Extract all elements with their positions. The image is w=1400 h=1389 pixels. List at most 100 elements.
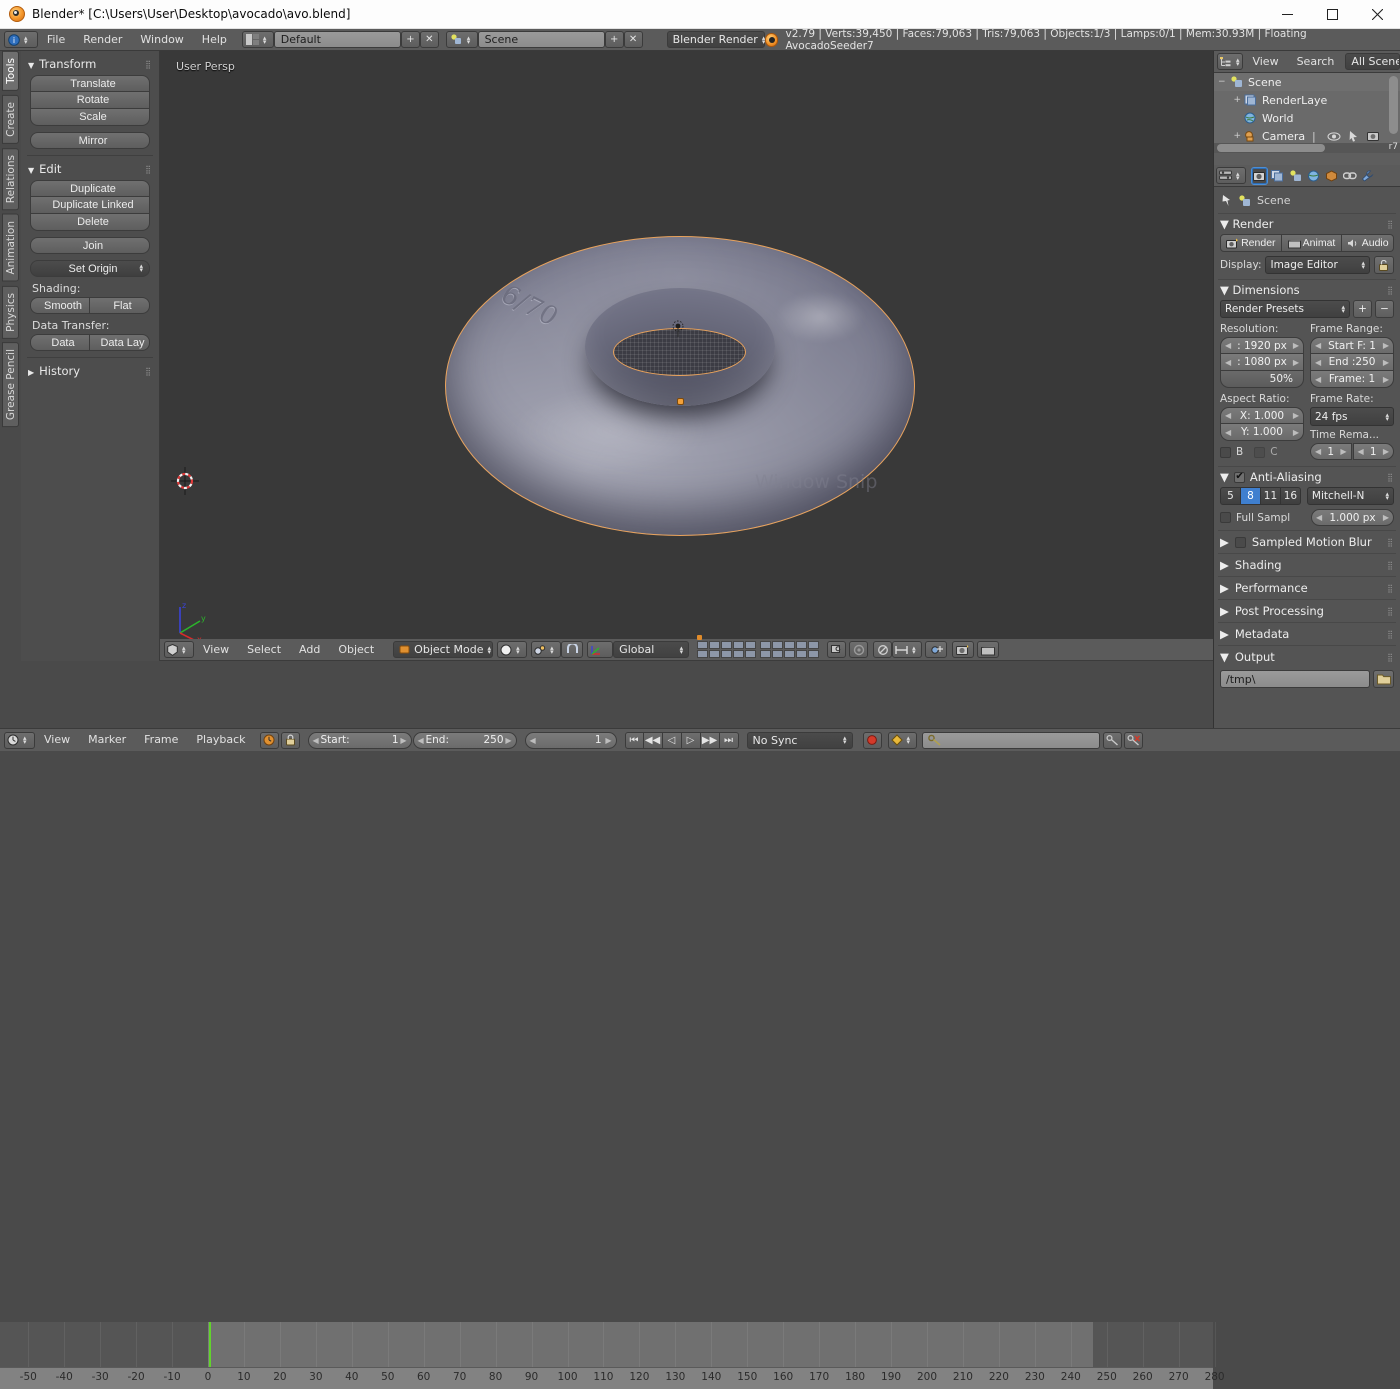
lock-interface-toggle[interactable] — [1374, 256, 1394, 274]
translate-button[interactable]: Translate — [30, 75, 150, 92]
layer-cell[interactable] — [760, 641, 771, 649]
outliner-row-camera[interactable]: + Camera | — [1214, 127, 1400, 143]
time-remap-new-field[interactable]: ◀1▶ — [1353, 443, 1395, 460]
layer-cell[interactable] — [784, 650, 795, 658]
layer-cell[interactable] — [784, 641, 795, 649]
post-processing-panel-header[interactable]: ▶ Post Processing ⣿ — [1218, 599, 1396, 622]
viewport-menu-select[interactable]: Select — [238, 639, 290, 661]
timeline-playhead[interactable] — [209, 1322, 211, 1367]
tool-tab-animation[interactable]: Animation — [2, 214, 19, 282]
join-button[interactable]: Join — [30, 237, 150, 254]
timeline-track-area[interactable] — [0, 1322, 1213, 1367]
scene-selector-icon[interactable]: ▴▾ — [446, 31, 478, 48]
expand-icon[interactable]: + — [1218, 95, 1244, 105]
menu-file[interactable]: File — [38, 29, 74, 51]
resolution-percentage-slider[interactable]: 50% — [1220, 371, 1304, 388]
previous-keyframe-button[interactable]: ◀◀ — [644, 732, 663, 749]
timeline-ruler[interactable]: -50-40-30-20-100102030405060708090100110… — [0, 1367, 1213, 1389]
remove-preset-button[interactable]: − — [1375, 300, 1394, 318]
add-scene-button[interactable]: + — [605, 31, 624, 48]
interaction-mode-selector[interactable]: Object Mode ▴▾ — [393, 641, 493, 658]
editor-type-timeline[interactable]: ▴▾ — [4, 732, 35, 749]
scene-layers[interactable] — [697, 641, 819, 658]
outliner-row-world[interactable]: World — [1214, 109, 1400, 127]
tool-tab-grease-pencil[interactable]: Grease Pencil — [2, 342, 19, 427]
render-image-button[interactable]: Render — [1220, 234, 1282, 252]
snap-target-button[interactable] — [925, 641, 947, 658]
properties-tab-render-layers[interactable] — [1269, 167, 1286, 185]
layer-cell[interactable] — [697, 650, 708, 658]
lock-camera-to-view-toggle[interactable] — [827, 641, 846, 658]
close-button[interactable] — [1355, 0, 1400, 29]
tool-tab-relations[interactable]: Relations — [2, 148, 19, 210]
outliner-horizontal-scrollbar[interactable]: r7 — [1214, 143, 1400, 153]
duplicate-button[interactable]: Duplicate — [30, 180, 150, 197]
motion-blur-checkbox[interactable] — [1235, 537, 1246, 548]
layer-cell[interactable] — [733, 641, 744, 649]
layer-cell[interactable] — [709, 650, 720, 658]
outliner-menu-search[interactable]: Search — [1288, 51, 1344, 73]
set-origin-dropdown[interactable]: Set Origin ▴▾ — [30, 260, 150, 277]
render-preview-toggle[interactable] — [849, 641, 868, 658]
snap-during-transform-toggle[interactable] — [561, 641, 583, 658]
properties-tab-object[interactable] — [1323, 167, 1340, 185]
layer-cell[interactable] — [772, 641, 783, 649]
transform-orientation-selector[interactable]: Global ▴▾ — [613, 641, 689, 658]
layer-cell[interactable] — [808, 641, 819, 649]
camera-render-icon[interactable] — [1367, 130, 1381, 142]
shading-panel-header[interactable]: ▶ Shading ⣿ — [1218, 553, 1396, 576]
properties-tab-world[interactable] — [1305, 167, 1322, 185]
metadata-panel-header[interactable]: ▶ Metadata ⣿ — [1218, 622, 1396, 645]
properties-tab-scene[interactable] — [1287, 167, 1304, 185]
full-sample-checkbox[interactable] — [1220, 512, 1231, 523]
cursor-arrow-icon[interactable] — [1348, 130, 1360, 142]
render-engine-selector[interactable]: Blender Render ▴▾ — [667, 31, 765, 48]
frame-end-field[interactable]: ◀End :250▶ — [1310, 354, 1394, 371]
aspect-x-field[interactable]: ◀X: 1.000▶ — [1220, 407, 1304, 424]
delete-button[interactable]: Delete — [30, 214, 150, 231]
aa-filter-selector[interactable]: Mitchell-N ▴▾ — [1307, 487, 1394, 505]
outliner-tree[interactable]: − Scene + RenderLaye World + Camera | — [1214, 73, 1400, 143]
output-panel-header[interactable]: ▼ Output ⣿ — [1218, 645, 1396, 668]
shade-smooth-button[interactable]: Smooth — [30, 297, 90, 314]
outliner-display-mode[interactable]: All Scenes — [1345, 53, 1400, 70]
viewport-menu-add[interactable]: Add — [290, 639, 329, 661]
menu-help[interactable]: Help — [193, 29, 236, 51]
resolution-y-field[interactable]: ◀: 1080 px▶ — [1220, 354, 1304, 371]
outliner-menu-view[interactable]: View — [1243, 51, 1287, 73]
properties-tab-constraints[interactable] — [1341, 167, 1358, 185]
transform-panel-header[interactable]: ▼Transform ⣿ — [25, 55, 155, 75]
sync-mode-selector[interactable]: No Sync ▴▾ — [747, 732, 853, 749]
keying-set-type-selector[interactable]: ▴▾ — [888, 732, 917, 749]
scene-name[interactable]: Scene — [478, 31, 605, 48]
layer-cell[interactable] — [808, 650, 819, 658]
aa-sample-5[interactable]: 5 — [1220, 487, 1241, 505]
3d-viewport[interactable]: User Persp 6/70 Window Snip — [160, 51, 1213, 661]
properties-tab-modifiers[interactable] — [1359, 167, 1376, 185]
layer-cell[interactable] — [721, 641, 732, 649]
crop-checkbox[interactable] — [1254, 447, 1265, 458]
frame-start-field[interactable]: ◀Start F: 1▶ — [1310, 337, 1394, 354]
aspect-y-field[interactable]: ◀Y: 1.000▶ — [1220, 424, 1304, 441]
resolution-x-field[interactable]: ◀: 1920 px▶ — [1220, 337, 1304, 354]
collapse-icon[interactable]: − — [1218, 77, 1230, 87]
frame-step-field[interactable]: ◀Frame: 1▶ — [1310, 371, 1394, 388]
tool-tab-physics[interactable]: Physics — [2, 286, 19, 339]
scale-button[interactable]: Scale — [30, 109, 150, 126]
layer-cell[interactable] — [772, 650, 783, 658]
rotate-button[interactable]: Rotate — [30, 92, 150, 109]
editor-type-outliner[interactable]: ▴▾ — [1217, 53, 1243, 70]
render-audio-button[interactable]: Audio — [1342, 234, 1394, 252]
open-file-browser-button[interactable] — [1373, 670, 1394, 688]
layer-cell[interactable] — [721, 650, 732, 658]
lock-time-to-range-toggle[interactable] — [281, 732, 300, 749]
play-button[interactable]: ▷ — [682, 732, 701, 749]
insert-keyframe-button[interactable] — [1103, 732, 1122, 749]
lamp-object[interactable] — [669, 320, 687, 338]
aa-sample-8[interactable]: 8 — [1241, 487, 1261, 505]
data-transfer-button[interactable]: Data — [30, 334, 90, 351]
screen-layout-name[interactable]: Default — [274, 31, 401, 48]
data-transfer-layout-button[interactable]: Data Lay — [90, 334, 150, 351]
render-animation-button[interactable] — [977, 641, 999, 658]
dimensions-panel-header[interactable]: ▼ Dimensions ⣿ — [1218, 279, 1396, 300]
